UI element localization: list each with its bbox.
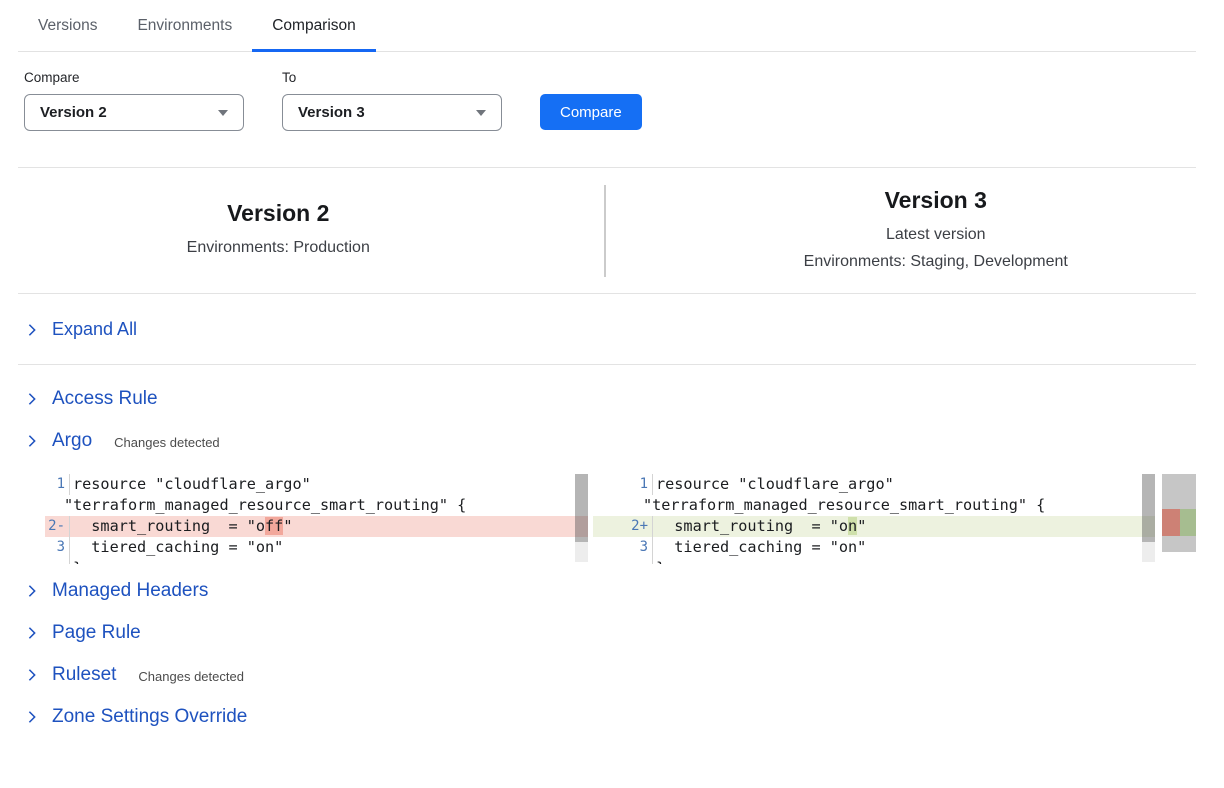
- chevron-down-icon: [476, 110, 486, 116]
- version-header-left: Version 2 Environments: Production: [18, 200, 604, 261]
- left-version-title: Version 2: [18, 200, 539, 227]
- diff-change-marker: [1162, 509, 1196, 536]
- compare-field-label: Compare: [24, 70, 244, 85]
- version-header-right: Version 3 Latest version Environments: S…: [606, 187, 1197, 275]
- code-line: 1 resource "cloudflare_argo": [45, 474, 588, 495]
- right-version-latest: Latest version: [676, 221, 1197, 248]
- compare-field: Compare Version 2: [24, 70, 244, 131]
- chevron-right-icon: [25, 323, 39, 337]
- section-zone-settings-override[interactable]: Zone Settings Override: [0, 696, 1224, 738]
- code-text: resource "cloudflare_argo": [653, 474, 894, 495]
- chevron-right-icon: [25, 626, 39, 640]
- code-text: }: [653, 558, 665, 564]
- resource-sections: Access Rule Argo Changes detected 1 reso…: [0, 378, 1224, 738]
- scrollbar[interactable]: [575, 474, 588, 562]
- expand-all-label: Expand All: [52, 319, 137, 340]
- chevron-right-icon: [25, 668, 39, 682]
- scrollbar-thumb[interactable]: [1142, 474, 1155, 542]
- line-number: 1: [45, 474, 70, 495]
- compare-version-value: Version 2: [40, 104, 107, 121]
- scrollbar-thumb[interactable]: [575, 474, 588, 542]
- tab-versions[interactable]: Versions: [18, 0, 117, 51]
- section-label: Page Rule: [52, 622, 141, 644]
- section-argo[interactable]: Argo Changes detected: [0, 420, 1224, 462]
- code-text: smart_routing = "off": [70, 516, 292, 537]
- line-number: 3: [593, 537, 653, 558]
- code-line-removed: 2- smart_routing = "off": [45, 516, 588, 537]
- changes-detected-badge: Changes detected: [114, 435, 220, 450]
- section-label: Argo: [52, 430, 92, 452]
- compare-form: Compare Version 2 To Version 3 Compare: [24, 70, 1224, 131]
- code-line: 3 tiered_caching = "on": [593, 537, 1155, 558]
- removed-char-highlight: ff: [265, 517, 283, 535]
- to-version-select[interactable]: Version 3: [282, 94, 502, 131]
- diff-pane-left: 1 resource "cloudflare_argo" "terraform_…: [45, 474, 588, 564]
- code-text: }: [70, 558, 82, 564]
- line-number: [45, 558, 70, 564]
- compare-version-select[interactable]: Version 2: [24, 94, 244, 131]
- diff-overview-ruler[interactable]: [1162, 474, 1196, 552]
- section-label: Managed Headers: [52, 580, 208, 602]
- section-label: Zone Settings Override: [52, 706, 247, 728]
- line-number: 1: [593, 474, 653, 495]
- code-text: tiered_caching = "on": [653, 537, 866, 558]
- code-line: 1 resource "cloudflare_argo": [593, 474, 1155, 495]
- to-field-label: To: [282, 70, 502, 85]
- to-version-value: Version 3: [298, 104, 365, 121]
- code-line-added: 2+ smart_routing = "on": [593, 516, 1155, 537]
- changes-detected-badge: Changes detected: [138, 669, 244, 684]
- added-char-highlight: n: [848, 517, 857, 535]
- left-version-environments: Environments: Production: [18, 234, 539, 261]
- chevron-right-icon: [25, 392, 39, 406]
- tab-comparison[interactable]: Comparison: [252, 0, 376, 51]
- line-number: 2+: [593, 516, 653, 537]
- chevron-down-icon: [218, 110, 228, 116]
- chevron-right-icon: [25, 710, 39, 724]
- code-text: resource "cloudflare_argo": [70, 474, 311, 495]
- line-number: [593, 558, 653, 564]
- code-line-clipped: }: [45, 558, 588, 564]
- expand-all-button[interactable]: Expand All: [0, 294, 1224, 364]
- divider: [18, 364, 1196, 365]
- version-headers: Version 2 Environments: Production Versi…: [18, 168, 1196, 294]
- tab-bar: Versions Environments Comparison: [18, 0, 1196, 52]
- code-line-wrap: "terraform_managed_resource_smart_routin…: [593, 495, 1155, 516]
- removed-marker: [1162, 509, 1180, 536]
- code-line-wrap: "terraform_managed_resource_smart_routin…: [45, 495, 588, 516]
- section-label: Access Rule: [52, 388, 158, 410]
- chevron-right-icon: [25, 434, 39, 448]
- code-text: tiered_caching = "on": [70, 537, 283, 558]
- line-number: 2-: [45, 516, 70, 537]
- to-field: To Version 3: [282, 70, 502, 131]
- right-version-title: Version 3: [676, 187, 1197, 214]
- section-label: Ruleset: [52, 664, 116, 686]
- section-managed-headers[interactable]: Managed Headers: [0, 570, 1224, 612]
- line-number: 3: [45, 537, 70, 558]
- compare-button[interactable]: Compare: [540, 94, 642, 130]
- scrollbar[interactable]: [1142, 474, 1155, 562]
- chevron-right-icon: [25, 584, 39, 598]
- argo-diff: 1 resource "cloudflare_argo" "terraform_…: [45, 474, 1196, 564]
- right-version-environments: Environments: Staging, Development: [676, 248, 1197, 275]
- section-access-rule[interactable]: Access Rule: [0, 378, 1224, 420]
- code-line-clipped: }: [593, 558, 1155, 564]
- code-text: smart_routing = "on": [653, 516, 866, 537]
- code-text: "terraform_managed_resource_smart_routin…: [45, 495, 466, 516]
- added-marker: [1180, 509, 1196, 536]
- diff-pane-right: 1 resource "cloudflare_argo" "terraform_…: [593, 474, 1155, 564]
- code-text: "terraform_managed_resource_smart_routin…: [593, 495, 1045, 516]
- section-page-rule[interactable]: Page Rule: [0, 612, 1224, 654]
- tab-environments[interactable]: Environments: [117, 0, 252, 51]
- code-line: 3 tiered_caching = "on": [45, 537, 588, 558]
- section-ruleset[interactable]: Ruleset Changes detected: [0, 654, 1224, 696]
